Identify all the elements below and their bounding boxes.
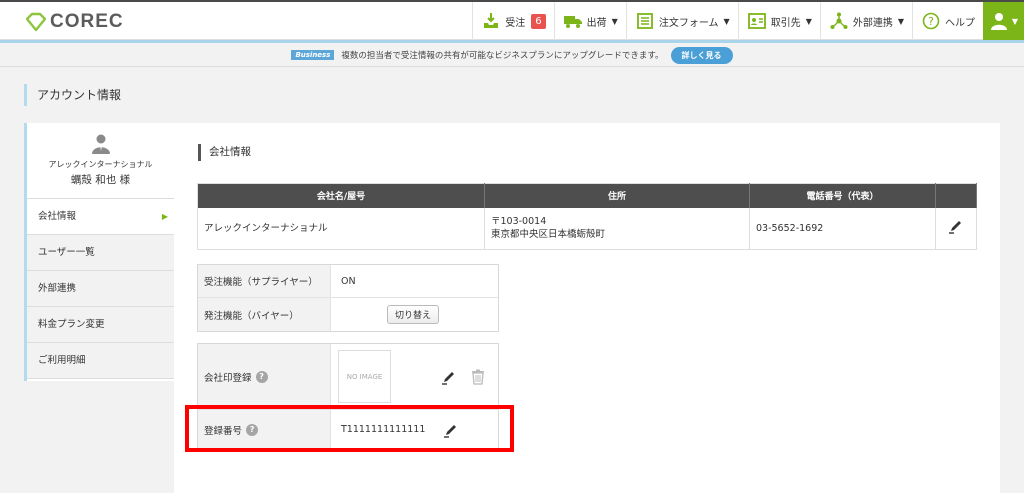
seal-label-cell: 会社印登録 ?: [198, 344, 331, 409]
column-header-edit: [935, 183, 977, 208]
seal-row: 会社印登録 ? NO IMAGE: [198, 344, 498, 410]
corec-logo[interactable]: COREC: [26, 11, 124, 33]
avatar-icon: [91, 134, 111, 154]
sidebar-item-billing[interactable]: ご利用明細: [27, 343, 174, 379]
column-header-address: 住所: [484, 183, 750, 208]
nav-help[interactable]: ? ヘルプ: [912, 2, 983, 40]
sidebar-item-label: 会社情報: [38, 211, 77, 222]
company-table: 会社名/屋号 住所 電話番号（代表） アレックインターナショナル 〒103-00…: [197, 183, 977, 250]
highlight-box: [185, 405, 514, 452]
contacts-icon: [747, 11, 767, 31]
nav-shipments[interactable]: 出荷 ▼: [553, 2, 626, 40]
sidebar-item-label: 外部連携: [38, 283, 77, 294]
main-nav: 受注 6 出荷 ▼ 注文フォーム ▼ 取引先 ▼ 外部連携 ▼ ? ヘルプ ▼: [472, 2, 1024, 40]
orders-count-badge: 6: [531, 13, 546, 29]
nav-order-forms-label: 注文フォーム: [658, 17, 719, 29]
nav-order-forms[interactable]: 注文フォーム ▼: [625, 2, 738, 40]
business-badge: Business: [291, 50, 335, 60]
seal-value: NO IMAGE: [331, 344, 498, 409]
nav-partners-label: 取引先: [770, 17, 801, 29]
nav-integrations-label: 外部連携: [852, 17, 893, 29]
help-icon: ?: [921, 11, 941, 31]
sidebar-item-integrations[interactable]: 外部連携: [27, 271, 174, 307]
page-title: アカウント情報: [24, 84, 121, 106]
upgrade-text: 複数の担当者で受注情報の共有が可能なビジネスプランにアップグレードできます。: [341, 51, 664, 61]
inbox-icon: [481, 11, 501, 31]
nav-shipments-label: 出荷: [586, 17, 607, 29]
nav-orders-received[interactable]: 受注 6: [472, 2, 553, 40]
question-icon[interactable]: ?: [255, 370, 268, 383]
profile-card: アレックインターナショナル 蠣殻 和也 様: [27, 123, 174, 199]
arrow-right-icon: ▶: [161, 212, 168, 221]
table-row: アレックインターナショナル 〒103-0014 東京都中央区日本橋蛎殻町 03-…: [197, 207, 977, 250]
nav-integrations[interactable]: 外部連携 ▼: [819, 2, 912, 40]
sidebar-item-plan-change[interactable]: 料金プラン変更: [27, 307, 174, 343]
user-menu-button[interactable]: ▼: [983, 2, 1024, 40]
supplier-value: ON: [341, 275, 356, 287]
network-icon: [829, 11, 849, 31]
functions-box: 受注機能（サプライヤー） ON 発注機能（バイヤー） 切り替え: [197, 264, 499, 332]
upgrade-banner: Business 複数の担当者で受注情報の共有が可能なビジネスプランにアップグレ…: [0, 45, 1024, 65]
user-icon: [989, 11, 1009, 31]
sidebar-item-users[interactable]: ユーザー一覧: [27, 235, 174, 271]
pencil-icon[interactable]: [441, 369, 457, 385]
address-cell: 〒103-0014 東京都中央区日本橋蛎殻町: [484, 207, 750, 250]
phone-cell: 03-5652-1692: [749, 207, 936, 250]
supplier-label: 受注機能（サプライヤー）: [198, 265, 331, 297]
column-header-phone: 電話番号（代表）: [749, 183, 936, 208]
chevron-down-icon: ▼: [897, 16, 904, 26]
buyer-row: 発注機能（バイヤー） 切り替え: [198, 298, 498, 331]
supplier-row: 受注機能（サプライヤー） ON: [198, 265, 498, 298]
buyer-value: 切り替え: [331, 298, 498, 331]
edit-cell: [935, 207, 977, 250]
logo-text: COREC: [50, 11, 124, 32]
toggle-button[interactable]: 切り替え: [387, 305, 440, 324]
postal-code: 〒103-0014: [491, 216, 547, 228]
nav-orders-received-label: 受注: [505, 17, 526, 29]
column-header-company: 会社名/屋号: [197, 183, 485, 208]
sidebar-item-label: ご利用明細: [38, 355, 86, 366]
buyer-label: 発注機能（バイヤー）: [198, 298, 331, 331]
chevron-down-icon: ▼: [805, 16, 812, 26]
nav-partners[interactable]: 取引先 ▼: [737, 2, 820, 40]
app-header: COREC 受注 6 出荷 ▼ 注文フォーム ▼ 取引先 ▼ 外部連携 ▼ ? …: [0, 2, 1024, 40]
profile-user-name: 蠣殻 和也 様: [70, 174, 131, 186]
trash-icon[interactable]: [471, 369, 485, 385]
details-button[interactable]: 詳しく見る: [670, 46, 733, 64]
svg-text:?: ?: [928, 15, 934, 28]
profile-company: アレックインターナショナル: [48, 160, 153, 169]
form-icon: [635, 11, 655, 31]
seal-label: 会社印登録: [204, 372, 252, 384]
truck-icon: [563, 11, 583, 31]
chevron-down-icon: ▼: [723, 16, 730, 26]
seal-image-placeholder: NO IMAGE: [338, 350, 391, 403]
section-title: 会社情報: [198, 144, 251, 161]
company-name-cell: アレックインターナショナル: [197, 207, 485, 250]
divider: [0, 66, 1024, 67]
header-accent-bar: [0, 40, 1024, 43]
chevron-down-icon: ▼: [611, 16, 618, 26]
sidebar-item-label: 料金プラン変更: [38, 319, 105, 330]
nav-help-label: ヘルプ: [945, 17, 975, 29]
pencil-icon[interactable]: [948, 221, 964, 237]
address-text: 東京都中央区日本橋蛎殻町: [491, 229, 606, 241]
account-sidebar: アレックインターナショナル 蠣殻 和也 様 会社情報 ▶ ユーザー一覧 外部連携…: [24, 123, 174, 381]
logo-icon: [26, 12, 46, 32]
chevron-down-icon: ▼: [1011, 16, 1019, 26]
sidebar-item-label: ユーザー一覧: [38, 247, 95, 258]
sidebar-item-company-info[interactable]: 会社情報 ▶: [27, 199, 174, 235]
